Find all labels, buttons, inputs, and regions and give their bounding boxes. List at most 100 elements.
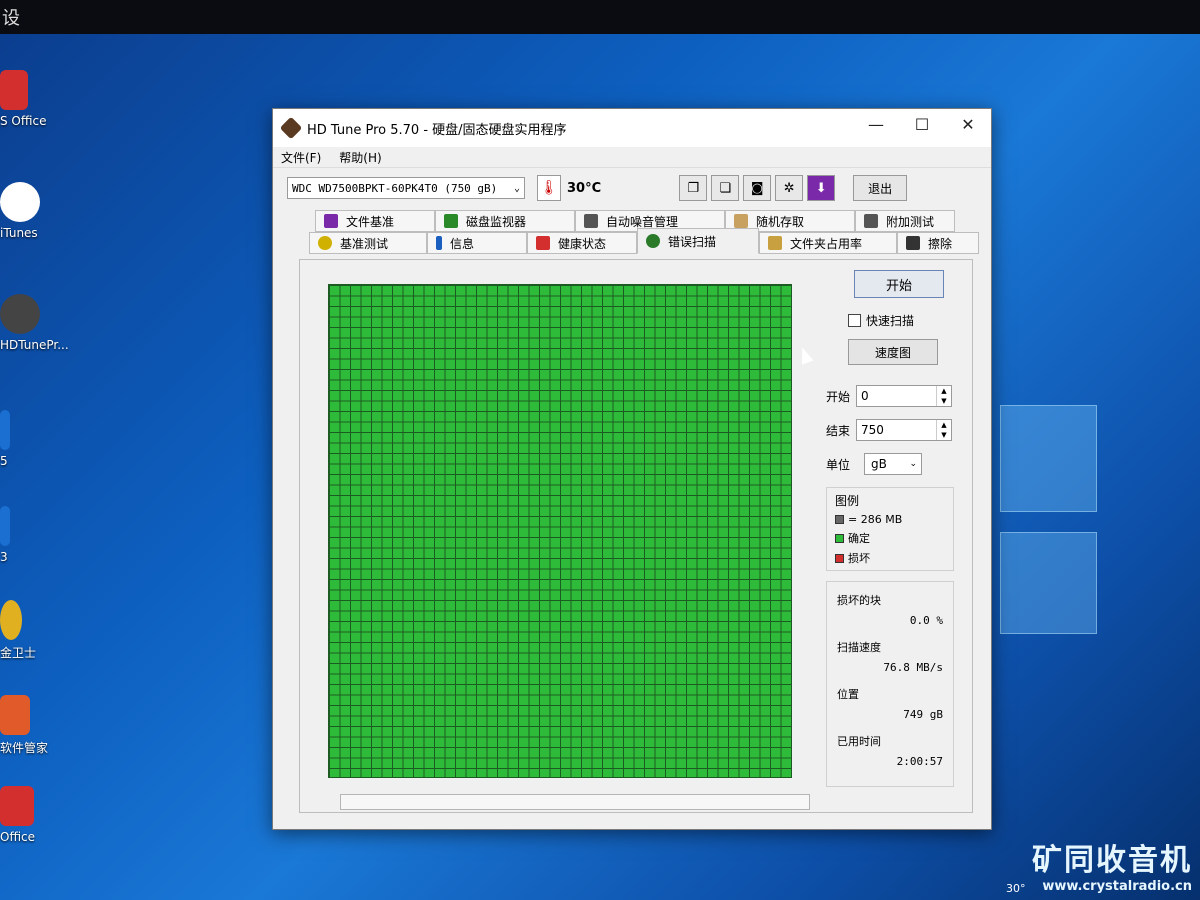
tab-folder-usage[interactable]: 文件夹占用率 <box>759 232 897 254</box>
tab-disk-monitor[interactable]: 磁盘监视器 <box>435 210 575 232</box>
desktop-icon-office-top[interactable]: S Office <box>0 70 80 128</box>
office-icon <box>0 786 34 826</box>
security-guard-icon <box>0 600 22 640</box>
bad-blocks-value: 0.0 % <box>909 614 943 627</box>
tab-file-benchmark[interactable]: 文件基准 <box>315 210 435 232</box>
tab-label: 附加测试 <box>886 214 935 229</box>
tab-label: 信息 <box>450 236 475 251</box>
top-bezel: 设 <box>0 0 1200 34</box>
tab-strip: 文件基准 磁盘监视器 自动噪音管理 随机存取 附加测试 基准测试 信息 健康状态… <box>281 208 983 258</box>
menu-bar: 文件(F) 帮助(H) <box>273 147 991 168</box>
start-position-input[interactable]: 0 ▲ ▼ <box>856 385 952 407</box>
start-field-label: 开始 <box>826 389 851 404</box>
hdtune-icon <box>0 294 40 334</box>
bad-blocks-label: 损坏的块 <box>837 594 881 607</box>
spin-arrows-icon[interactable]: ▲ ▼ <box>936 420 951 440</box>
tab-label: 文件夹占用率 <box>790 236 863 251</box>
copy-icon[interactable]: ❐ <box>679 175 708 201</box>
extra-tests-icon <box>864 214 878 228</box>
desktop-icon-office[interactable]: Office <box>0 786 80 844</box>
tab-label: 擦除 <box>928 236 953 251</box>
scan-stats: 损坏的块 0.0 % 扫描速度 76.8 MB/s 位置 749 gB 已用时间… <box>826 581 954 787</box>
tab-health[interactable]: 健康状态 <box>527 232 637 254</box>
tray-temperature: 30° <box>1006 882 1026 895</box>
legend-block-swatch <box>835 515 844 524</box>
spin-arrows-icon[interactable]: ▲ ▼ <box>936 386 951 406</box>
end-position-input[interactable]: 750 ▲ ▼ <box>856 419 952 441</box>
exit-button[interactable]: 退出 <box>853 175 908 201</box>
scan-speed-label: 扫描速度 <box>837 641 881 654</box>
desktop-icon-label: iTunes <box>0 226 38 240</box>
position-label: 位置 <box>837 688 859 701</box>
position-value: 749 gB <box>903 708 943 721</box>
tab-erase[interactable]: 擦除 <box>897 232 979 254</box>
camera-icon[interactable]: ◙ <box>743 175 772 201</box>
title-bar[interactable]: HD Tune Pro 5.70 - 硬盘/固态硬盘实用程序 — ☐ ✕ <box>273 109 991 147</box>
desktop-icon-label: 软件管家 <box>0 741 49 755</box>
tab-label: 健康状态 <box>558 236 607 251</box>
tab-label: 随机存取 <box>756 214 805 229</box>
desktop-icon-5[interactable]: 3 <box>0 506 80 564</box>
tab-benchmark[interactable]: 基准测试 <box>309 232 427 254</box>
desktop-icon-label: S Office <box>0 114 47 128</box>
end-field-label: 结束 <box>826 423 851 438</box>
minimize-button[interactable]: — <box>853 109 899 139</box>
folder-icon <box>768 236 782 250</box>
elapsed-value: 2:00:57 <box>896 755 943 768</box>
unit-label: 单位 <box>826 457 851 472</box>
drive-select[interactable]: WDC WD7500BPKT-60PK4T0 (750 gB) ⌄ <box>287 177 525 199</box>
chevron-down-icon: ⌄ <box>513 183 520 194</box>
start-button[interactable]: 开始 <box>854 270 944 298</box>
close-button[interactable]: ✕ <box>945 109 991 139</box>
lightbulb-icon <box>318 236 332 250</box>
scan-controls: 开始 快速扫描 速度图 开始 0 ▲ ▼ 结束 750 ▲ ▼ 单位 gB ⌄ … <box>826 270 966 787</box>
quick-scan-checkbox[interactable]: 快速扫描 <box>848 312 966 329</box>
app-icon <box>0 410 10 450</box>
temperature-readout: 30°C <box>567 180 602 196</box>
hdtune-window: HD Tune Pro 5.70 - 硬盘/固态硬盘实用程序 — ☐ ✕ 文件(… <box>272 108 992 830</box>
watermark-url: www.crystalradio.cn <box>1042 879 1192 894</box>
trash-icon <box>906 236 920 250</box>
desktop-icon-software-manager[interactable]: 软件管家 <box>0 695 80 756</box>
tab-extra-tests[interactable]: 附加测试 <box>855 210 955 232</box>
legend-bad-swatch <box>835 553 844 563</box>
legend-block-size: = 286 MB <box>848 513 903 526</box>
toolbar: WDC WD7500BPKT-60PK4T0 (750 gB) ⌄ 🌡 30°C… <box>273 168 991 208</box>
desktop-icon-security[interactable]: 金卫士 <box>0 600 80 661</box>
copy-info-icon[interactable]: ❏ <box>711 175 740 201</box>
watermark-title: 矿同收音机 <box>1032 843 1192 878</box>
menu-file[interactable]: 文件(F) <box>281 149 321 166</box>
desktop-icon-hdtune[interactable]: HDTunePr... <box>0 294 80 352</box>
settings-icon[interactable]: ✲ <box>775 175 804 201</box>
download-icon[interactable]: ⬇ <box>807 175 836 201</box>
tab-error-scan[interactable]: 错误扫描 <box>637 228 759 254</box>
elapsed-label: 已用时间 <box>837 735 881 748</box>
speaker-icon <box>584 214 598 228</box>
windows-logo-pane <box>1000 532 1097 634</box>
quick-scan-label: 快速扫描 <box>866 314 915 328</box>
legend-ok-swatch <box>835 533 844 543</box>
maximize-button[interactable]: ☐ <box>899 109 945 139</box>
thermometer-icon: 🌡 <box>537 175 561 201</box>
legend-title: 图例 <box>835 494 860 508</box>
tab-label: 自动噪音管理 <box>606 214 679 229</box>
desktop-icon-label: 金卫士 <box>0 646 37 660</box>
desktop-icon-label: 5 <box>0 454 8 468</box>
tab-label: 错误扫描 <box>668 234 717 249</box>
tab-label: 基准测试 <box>340 236 389 251</box>
menu-help[interactable]: 帮助(H) <box>339 149 381 166</box>
speed-map-button[interactable]: 速度图 <box>848 339 938 365</box>
desktop-icon-itunes[interactable]: iTunes <box>0 182 80 240</box>
window-title: HD Tune Pro 5.70 - 硬盘/固态硬盘实用程序 <box>307 122 567 138</box>
app-icon <box>0 506 10 546</box>
desktop-icon-4[interactable]: 5 <box>0 410 80 468</box>
unit-select[interactable]: gB ⌄ <box>864 453 922 475</box>
disk-monitor-icon <box>444 214 458 228</box>
legend-bad-label: 损坏 <box>848 552 870 565</box>
scan-block-map <box>328 284 792 778</box>
watermark: 矿同收音机 www.crystalradio.cn <box>1032 835 1192 894</box>
hdtune-app-icon <box>279 116 303 140</box>
software-manager-icon <box>0 695 30 735</box>
tab-info[interactable]: 信息 <box>427 232 527 254</box>
chevron-down-icon: ⌄ <box>909 459 917 469</box>
